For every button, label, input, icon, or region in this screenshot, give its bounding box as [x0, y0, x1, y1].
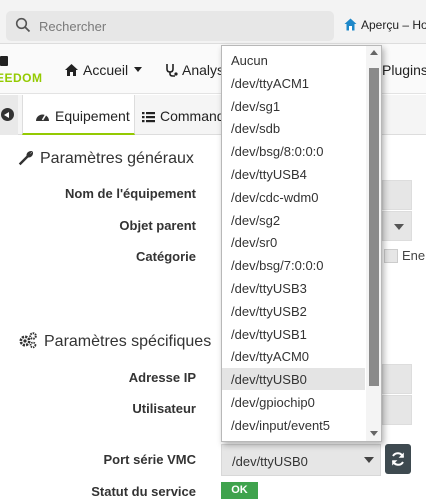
- tab-commands[interactable]: Commande: [142, 95, 232, 135]
- nav-home-label: Accueil: [83, 62, 129, 78]
- dropdown-option[interactable]: /dev/ttyUSB3: [222, 277, 365, 299]
- dropdown-scrollbar[interactable]: [366, 46, 381, 441]
- scroll-up-arrow-icon[interactable]: [370, 50, 378, 55]
- dropdown-option[interactable]: /dev/ttyUSB0: [222, 368, 365, 391]
- parent-object-select[interactable]: [382, 211, 412, 241]
- username-label: Utilisateur: [132, 401, 196, 416]
- home-icon: [65, 64, 78, 76]
- vmc-serial-port-value: /dev/ttyUSB0: [232, 454, 308, 469]
- browser-search-box[interactable]: Rechercher: [6, 11, 334, 41]
- preview-label: Aperçu – Hom: [361, 18, 426, 32]
- dropdown-option[interactable]: /dev/ttyUSB4: [222, 163, 365, 185]
- parent-object-label: Objet parent: [119, 218, 196, 233]
- nav-analysis[interactable]: Analys: [165, 62, 224, 78]
- scroll-down-arrow-icon[interactable]: [370, 431, 378, 436]
- dropdown-option[interactable]: /dev/ttyACM0: [222, 345, 365, 367]
- category-option-label: Ener: [402, 248, 426, 263]
- wrench-icon: [18, 150, 34, 166]
- specific-params-title-text: Paramètres spécifiques: [44, 333, 212, 350]
- serial-port-dropdown-list[interactable]: Aucun/dev/ttyACM1/dev/sg1/dev/sdb/dev/bs…: [221, 45, 382, 442]
- tab-equipment-label: Equipement: [55, 108, 130, 124]
- nav-analysis-label: Analys: [182, 62, 225, 78]
- vmc-serial-port-select[interactable]: /dev/ttyUSB0: [221, 444, 381, 476]
- nav-home[interactable]: Accueil: [64, 62, 143, 78]
- refresh-ports-button[interactable]: [385, 444, 411, 474]
- jeedom-logo-icon: [344, 18, 357, 31]
- browser-toolbar: Rechercher Aperçu – Hom: [0, 0, 426, 44]
- dropdown-option[interactable]: /dev/sg2: [222, 209, 365, 231]
- brand-text: EEDOM: [0, 71, 43, 85]
- search-placeholder: Rechercher: [39, 19, 107, 34]
- stethoscope-icon: [166, 64, 178, 77]
- dropdown-option[interactable]: /dev/bsg/7:0:0:0: [222, 254, 365, 276]
- nav-plugins[interactable]: Plugins: [382, 62, 426, 78]
- dropdown-option[interactable]: /dev/ttyUSB1: [222, 323, 365, 345]
- tab-equipment[interactable]: Equipement: [22, 95, 135, 135]
- category-checkbox[interactable]: [384, 249, 398, 263]
- nav-plugins-label: Plugins: [382, 62, 426, 78]
- general-params-title-text: Paramètres généraux: [40, 150, 194, 167]
- ip-address-label: Adresse IP: [128, 370, 196, 385]
- category-label: Catégorie: [136, 249, 196, 264]
- username-input[interactable]: [382, 395, 412, 425]
- preview-tab[interactable]: Aperçu – Hom: [344, 18, 426, 32]
- brand-mark: [0, 56, 8, 66]
- dropdown-option[interactable]: /dev/cdc-wdm0: [222, 186, 365, 208]
- dropdown-option[interactable]: /dev/ttyUSB2: [222, 300, 365, 322]
- list-icon: [142, 112, 155, 123]
- specific-params-title: Paramètres spécifiques: [18, 331, 211, 351]
- dropdown-option[interactable]: /dev/ttyACM1: [222, 72, 365, 94]
- vmc-serial-port-label: Port série VMC: [103, 452, 196, 467]
- search-icon: [15, 17, 31, 33]
- chevron-down-icon: [134, 67, 143, 72]
- service-status-label: Statut du service: [91, 484, 196, 499]
- equipment-name-label: Nom de l'équipement: [65, 186, 196, 201]
- dropdown-option[interactable]: Aucun: [222, 49, 365, 71]
- tachometer-icon: [36, 114, 49, 121]
- general-params-title: Paramètres généraux: [18, 150, 194, 168]
- dropdown-option[interactable]: /dev/input/event5: [222, 414, 365, 436]
- dropdown-option[interactable]: /dev/bsg/8:0:0:0: [222, 140, 365, 162]
- service-status-badge: OK: [221, 482, 258, 499]
- dropdown-option[interactable]: /dev/gpiochip0: [222, 391, 365, 413]
- ip-address-input[interactable]: [382, 364, 412, 394]
- dropdown-option[interactable]: /dev/sr0: [222, 231, 365, 253]
- back-button[interactable]: [0, 95, 18, 135]
- cogs-icon: [19, 332, 37, 349]
- brand-logo[interactable]: EEDOM: [0, 54, 50, 85]
- dropdown-option[interactable]: /dev/sdb: [222, 117, 365, 139]
- refresh-icon: [392, 452, 404, 466]
- scrollbar-thumb[interactable]: [369, 68, 379, 386]
- dropdown-option[interactable]: /dev/sg1: [222, 95, 365, 117]
- arrow-circle-left-icon: [1, 108, 14, 121]
- equipment-name-input[interactable]: [382, 180, 412, 210]
